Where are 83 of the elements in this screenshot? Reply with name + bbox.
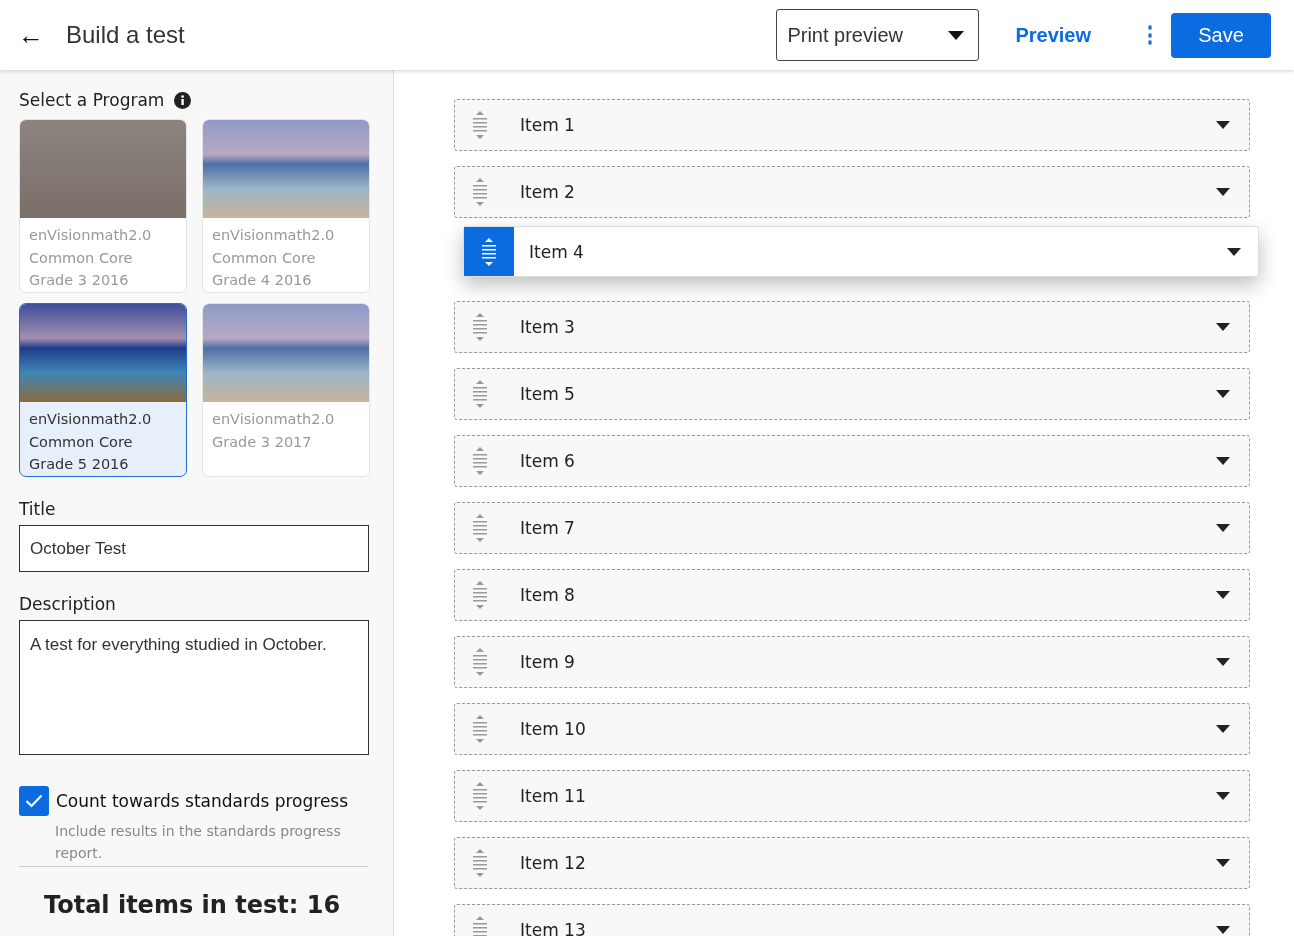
program-name: enVisionmath2.0: [212, 226, 336, 245]
drag-handle-icon: [482, 237, 496, 266]
caret-icon: [1216, 323, 1230, 331]
program-name: enVisionmath2.0: [29, 226, 153, 245]
caret-icon: [1216, 121, 1230, 129]
drag-handle[interactable]: [464, 227, 514, 276]
info-icon: [174, 91, 192, 109]
total-items-text: Total items in test: 16: [44, 891, 342, 919]
caret-icon: [1216, 188, 1230, 196]
program-card[interactable]: enVisionmath2.0 Common Core Grade 5 2016: [19, 303, 187, 477]
caret-icon: [1216, 591, 1230, 599]
item-label: Item 8: [520, 585, 576, 605]
program-name: Common Core: [29, 432, 134, 452]
test-item-row[interactable]: Item 9: [454, 636, 1250, 688]
caret-icon: [1216, 390, 1230, 398]
page-title: Build a test: [66, 21, 185, 49]
drag-handle-icon: [473, 648, 487, 676]
program-name: Common Core: [29, 248, 134, 268]
test-item-row[interactable]: Item 1: [454, 99, 1250, 151]
item-label: Item 6: [520, 451, 576, 471]
program-name: Common Core: [212, 248, 317, 268]
test-item-row[interactable]: Item 4: [463, 226, 1259, 277]
program-name: enVisionmath2.0: [29, 410, 153, 429]
test-item-row[interactable]: Item 6: [454, 435, 1250, 487]
drag-handle-icon: [473, 581, 487, 609]
drag-handle-icon: [473, 111, 487, 139]
test-item-row[interactable]: Item 2: [454, 166, 1250, 218]
caret-icon: [1216, 859, 1230, 867]
caret-icon: [1216, 457, 1230, 465]
description-label: Description: [19, 594, 117, 614]
checkbox[interactable]: [19, 786, 49, 816]
drag-handle-icon: [473, 178, 487, 206]
preview-button[interactable]: Preview: [1009, 22, 1097, 48]
item-label: Item 13: [520, 920, 587, 936]
more-button[interactable]: ⋮: [1133, 21, 1153, 49]
item-label: Item 10: [520, 719, 587, 739]
test-item-row[interactable]: Item 11: [454, 770, 1250, 822]
item-label: Item 4: [529, 241, 585, 262]
item-label: Item 12: [520, 853, 587, 873]
print-preview-select[interactable]: Print preview: [776, 9, 980, 61]
title-field[interactable]: October Test: [19, 525, 369, 572]
checkmark-icon: [25, 794, 43, 808]
test-item-row[interactable]: Item 3: [454, 301, 1250, 353]
caret-icon: [1216, 725, 1230, 733]
test-item-row[interactable]: Item 5: [454, 368, 1250, 420]
test-item-row[interactable]: Item 7: [454, 502, 1250, 554]
caret-icon: [1216, 658, 1230, 666]
drag-handle-icon: [473, 916, 487, 936]
checkbox-label: Count towards standards progress: [56, 791, 349, 811]
item-label: Item 9: [520, 652, 576, 672]
test-item-row[interactable]: Item 13: [454, 904, 1250, 936]
description-field[interactable]: A test for everything studied in October.: [19, 620, 369, 755]
test-item-row[interactable]: Item 12: [454, 837, 1250, 889]
item-label: Item 7: [520, 518, 576, 538]
program-label: Select a Program: [19, 90, 165, 110]
item-label: Item 11: [520, 786, 587, 806]
program-name: Grade 5 2016: [29, 455, 130, 474]
drag-handle-icon: [473, 313, 487, 341]
drag-handle-icon: [473, 715, 487, 743]
drag-handle-icon: [473, 447, 487, 475]
drag-handle-icon: [473, 782, 487, 810]
caret-icon: [1216, 926, 1230, 934]
item-label: Item 2: [520, 182, 576, 202]
item-label: Item 5: [520, 384, 576, 404]
item-label: Item 1: [520, 115, 576, 135]
caret-icon: [1227, 247, 1241, 256]
test-item-row[interactable]: Item 8: [454, 569, 1250, 621]
program-name: enVisionmath2.0: [212, 410, 336, 429]
program-name: Grade 3 2017: [212, 432, 313, 452]
drag-handle-icon: [473, 849, 487, 877]
drag-handle-icon: [473, 514, 487, 542]
program-name: Grade 3 2016: [29, 271, 130, 290]
caret-icon: [1216, 792, 1230, 800]
caret-icon: [948, 30, 965, 40]
caret-icon: [1216, 524, 1230, 532]
drag-handle-icon: [473, 380, 487, 408]
program-name: Grade 4 2016: [212, 271, 313, 290]
save-button[interactable]: Save: [1171, 12, 1271, 58]
title-label: Title: [19, 499, 57, 519]
hint-text: Include results in the standards progress report.: [55, 822, 342, 863]
back-button[interactable]: ←: [14, 19, 48, 51]
test-item-row[interactable]: Item 10: [454, 703, 1250, 755]
item-label: Item 3: [520, 317, 576, 337]
